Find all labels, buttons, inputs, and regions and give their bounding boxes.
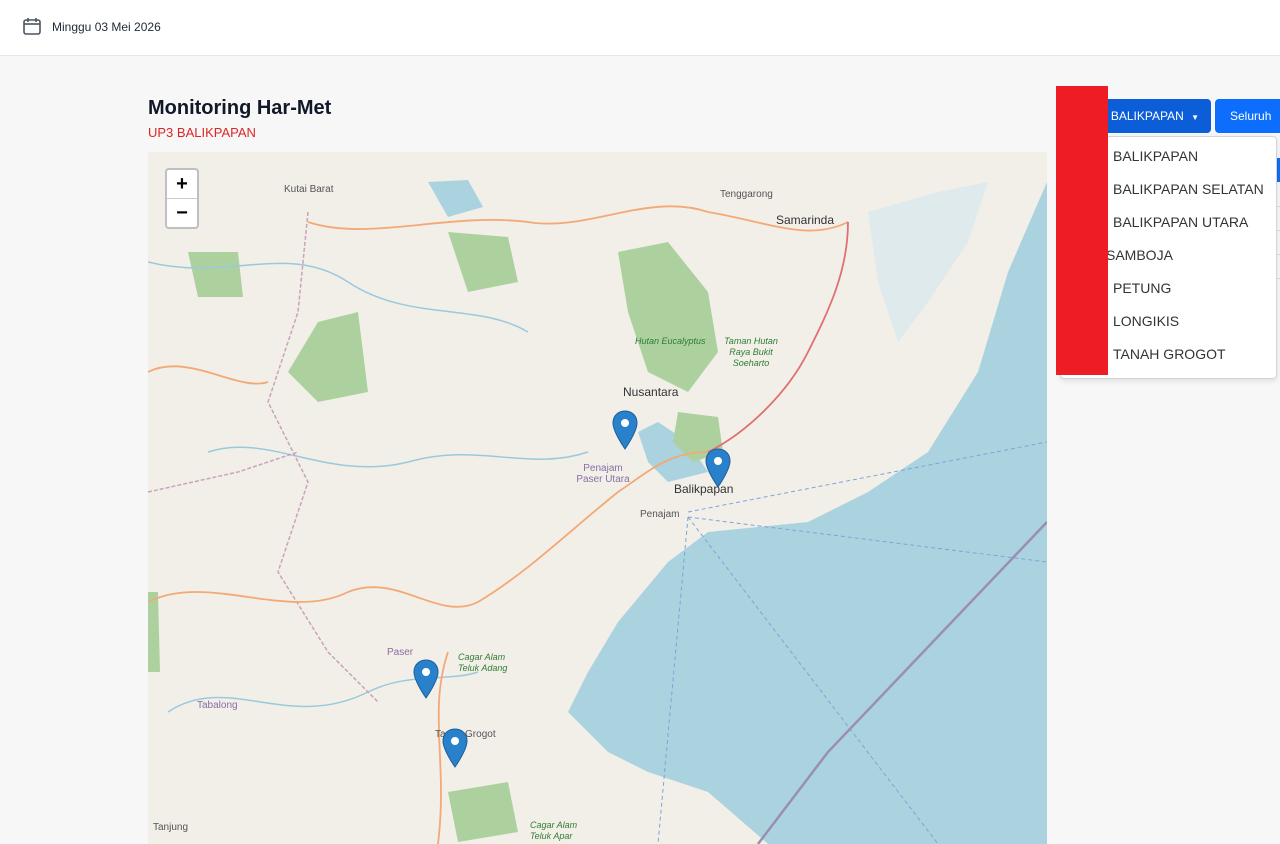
map-label-paser: Paser — [387, 647, 414, 658]
zoom-out-button[interactable]: − — [167, 199, 197, 227]
map-marker-icon[interactable] — [612, 410, 638, 450]
map-tiles — [148, 152, 1047, 844]
map-label-samarinda: Samarinda — [776, 213, 835, 227]
redaction-overlay — [1056, 86, 1108, 375]
unit-dropdown-label: BALIKPAPAN — [1110, 109, 1184, 123]
map-label-hutan-eucalyptus: Hutan Eucalyptus — [635, 336, 706, 346]
zoom-in-button[interactable]: + — [167, 170, 197, 199]
map-label-penajam: Penajam — [640, 509, 680, 520]
page-subtitle: UP3 BALIKPAPAN — [148, 125, 256, 140]
map-marker-icon[interactable] — [442, 728, 468, 768]
dropdown-item[interactable]: BALIKPAPAN — [1113, 148, 1198, 164]
all-units-button[interactable]: Seluruh — [1215, 99, 1280, 133]
map-view[interactable]: + − Kutai Barat Tenggarong Samarinda Hut… — [148, 152, 1047, 844]
map-label-nusantara: Nusantara — [623, 385, 679, 399]
top-bar: Minggu 03 Mei 2026 — [0, 0, 1280, 56]
caret-down-icon: ▼ — [1191, 113, 1199, 122]
dropdown-item[interactable]: SAMBOJA — [1106, 247, 1173, 263]
map-label-tenggarong: Tenggarong — [720, 189, 773, 200]
calendar-icon — [23, 18, 41, 35]
dropdown-item[interactable]: TANAH GROGOT — [1113, 346, 1226, 362]
dropdown-item[interactable]: BALIKPAPAN SELATAN — [1113, 181, 1264, 197]
map-marker-icon[interactable] — [413, 659, 439, 699]
dropdown-item[interactable]: LONGIKIS — [1113, 313, 1179, 329]
map-label-tabalong: Tabalong — [197, 700, 238, 711]
page-title: Monitoring Har-Met — [148, 97, 332, 119]
dropdown-item[interactable]: BALIKPAPAN UTARA — [1113, 214, 1248, 230]
dropdown-item[interactable]: PETUNG — [1113, 280, 1171, 296]
map-label-cagar-alam-teluk-apar: Cagar Alam Teluk Apar — [530, 820, 578, 841]
map-label-taman-hutan: Taman Hutan Raya Bukit Soeharto — [724, 336, 778, 368]
map-label-cagar-alam-teluk-adang: Cagar Alam Teluk Adang — [458, 652, 508, 673]
current-date: Minggu 03 Mei 2026 — [52, 20, 161, 34]
map-label-penajam-paser-utara: Penajam Paser Utara — [576, 463, 630, 485]
map-marker-icon[interactable] — [705, 448, 731, 488]
map-label-tanjung: Tanjung — [153, 822, 189, 833]
zoom-control: + − — [165, 168, 199, 229]
map-label-kutai-barat: Kutai Barat — [284, 184, 334, 195]
